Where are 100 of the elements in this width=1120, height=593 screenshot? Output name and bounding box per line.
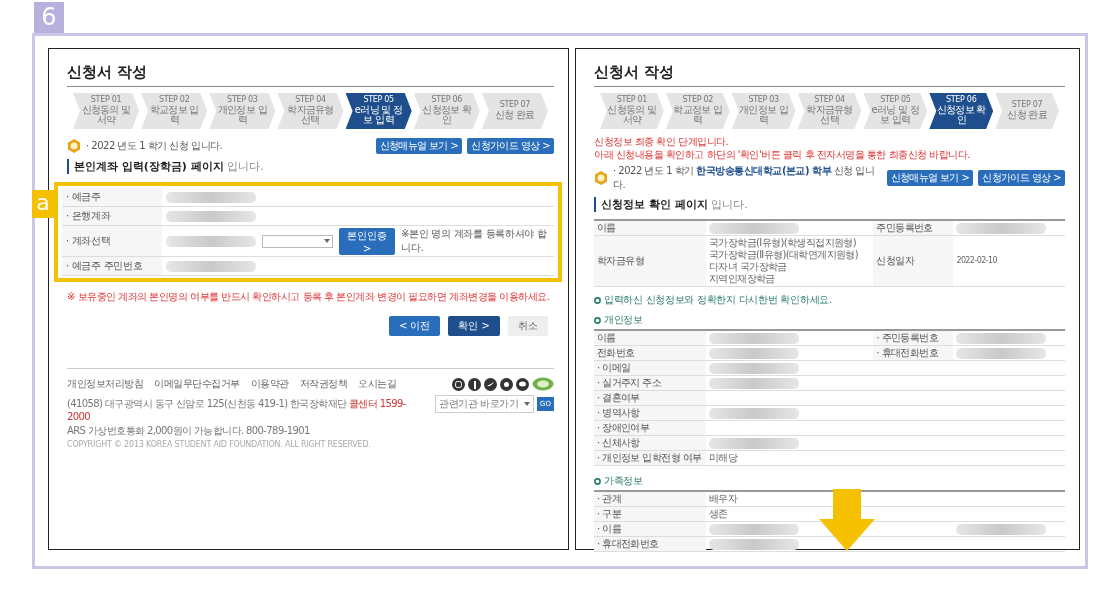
social-icon[interactable] xyxy=(468,377,481,391)
field-note: ※본인 명의 계좌를 등록하셔야 합니다. xyxy=(401,227,548,255)
row-label: · 병역사항 xyxy=(594,406,706,420)
social-icon[interactable] xyxy=(452,377,465,391)
row-value: 다자녀 국가장학금 xyxy=(709,261,788,273)
alert-text: 신청정보 최종 확인 단계입니다. xyxy=(594,135,729,148)
family-site-select[interactable]: 관련기관 바로가기 xyxy=(435,395,535,413)
page-title: 신청서 작성 xyxy=(67,63,148,82)
footer-link[interactable]: 개인정보처리방침 xyxy=(67,377,143,391)
step-number: STEP 07 xyxy=(1011,101,1043,110)
bullet-icon xyxy=(594,296,601,304)
row-label: · 장애인여부 xyxy=(594,421,706,435)
section-title: 가족정보 xyxy=(604,474,643,488)
step-number: STEP 06 xyxy=(946,96,977,105)
step-label: 신청 완료 xyxy=(495,110,535,121)
row-label: · 신체사항 xyxy=(594,436,706,450)
social-icon[interactable] xyxy=(500,377,513,391)
medal-icon xyxy=(67,139,81,153)
step-label: 신청동의 및 서약 xyxy=(80,104,132,126)
verify-button[interactable]: 본인인증 > xyxy=(339,227,396,255)
step-number: STEP 04 xyxy=(814,96,845,105)
row-label: · 개인정보 입학전형 여부 xyxy=(594,451,706,465)
footer-link[interactable]: 이메일무단수집거부 xyxy=(154,377,240,391)
address-text: ARS 가상번호통화 2,000원이 가능합니다. 800-789-1901 xyxy=(67,424,311,438)
section-title: 개인정보 xyxy=(604,313,643,327)
alert-text: 아래 신청내용을 확인하고 하단의 '확인'버튼 클릭 후 전자서명을 통한 최종신청 바랍니다. xyxy=(594,148,970,161)
social-icon[interactable] xyxy=(484,377,497,391)
row-label: · 관계 xyxy=(594,492,706,506)
caret-icon xyxy=(324,239,331,243)
field-label: · 예금주 주민번호 xyxy=(62,257,162,275)
step-number: STEP 05 xyxy=(880,96,911,105)
warning-text: ※ 보유중인 계좌의 본인명의 여부를 반드시 확인하시고 등록 후 본인계좌 변경이 필요하면 계좌변경을 이용하세요. xyxy=(67,290,550,304)
page-title: 신청서 작성 xyxy=(594,63,675,82)
step-number: STEP 01 xyxy=(616,96,648,105)
cancel-button[interactable]: 취소 xyxy=(508,316,548,336)
row-label: · 휴대전화번호 xyxy=(594,537,706,551)
bullet-icon xyxy=(594,477,601,485)
step-label: 학자금유형 선택 xyxy=(805,104,854,126)
row-value: 2022-02-10 xyxy=(956,255,998,267)
step-number: STEP 02 xyxy=(158,96,190,105)
step-label: 신청동의 및 서약 xyxy=(607,104,657,126)
row-value: 국가장학금(Ⅱ유형)(대학연계지원형) xyxy=(709,249,860,261)
step-number: STEP 06 xyxy=(431,96,462,105)
step-label: 학교정보 입력 xyxy=(148,104,200,126)
row-label: · 이메일 xyxy=(594,361,706,375)
guide-button[interactable]: 신청가이드 영상 > xyxy=(467,138,554,154)
row-value: 배우자 xyxy=(709,493,739,505)
step-badge: 6 xyxy=(34,2,64,33)
row-label: · 실거주지 주소 xyxy=(594,376,706,390)
down-arrow-icon xyxy=(819,489,875,551)
row-label: · 휴대전화번호 xyxy=(873,346,954,360)
notice-text: · 2022 년도 1 학기 한국방송통신대학교(본교) 학부 신청 입니다. xyxy=(613,164,876,192)
address-text: (41058) 대구광역시 동구 신암로 125(신천동 419-1) 한국장학재단 콜센터 1599-2000 xyxy=(67,397,407,422)
row-label: 이름 xyxy=(594,331,706,345)
select-field[interactable] xyxy=(262,234,334,248)
guide-button[interactable]: 신청매뉴얼 보기 > xyxy=(375,138,463,154)
step-label: e러닝 및 정보 입력 xyxy=(870,104,921,126)
step-number: STEP 04 xyxy=(295,96,326,105)
footer-link[interactable]: 저작권정책 xyxy=(299,377,347,391)
footer-link[interactable]: 이용약관 xyxy=(250,377,289,391)
step-number: STEP 03 xyxy=(748,96,779,105)
step-label: 개인정보 입력 xyxy=(216,104,268,126)
callout-label: a xyxy=(32,190,54,218)
guide-button[interactable]: 신청매뉴얼 보기 > xyxy=(886,170,974,186)
guide-button[interactable]: 신청가이드 영상 > xyxy=(978,170,1065,186)
social-icon[interactable] xyxy=(516,377,529,391)
emblem-icon xyxy=(532,377,554,391)
footer-link[interactable]: 오시는길 xyxy=(358,377,396,391)
field-label: · 계좌선택 xyxy=(62,226,162,256)
row-label: 신청일자 xyxy=(873,236,954,286)
row-label: · 결혼여부 xyxy=(594,391,706,405)
confirm-button[interactable]: 확인 > xyxy=(448,316,500,336)
page-heading: 신청정보 확인 페이지 입니다. xyxy=(594,197,748,212)
row-value: 지역인재장학금 xyxy=(709,273,776,285)
row-value: 생존 xyxy=(709,508,729,520)
step-label: 학교정보 입력 xyxy=(672,104,723,126)
row-value: 미해당 xyxy=(709,452,739,464)
step-number: STEP 07 xyxy=(499,101,531,110)
step-label: 신청정보 확인 xyxy=(936,104,987,126)
copyright-text: COPYRIGHT © 2013 KOREA STUDENT AID FOUNDATION. ALL RIGHT RESERVED. xyxy=(67,440,372,449)
page-heading: 본인계좌 입력(장학금) 페이지 입니다. xyxy=(67,159,264,174)
medal-icon xyxy=(594,171,608,185)
info-note: 입력하신 신청정보와 정확한지 다시한번 확인하세요. xyxy=(604,293,832,307)
back-button[interactable]: < 이전 xyxy=(388,316,441,336)
step-number: STEP 03 xyxy=(227,96,258,105)
step-number: STEP 01 xyxy=(90,96,122,105)
field-label: · 예금주 xyxy=(62,188,162,206)
bullet-icon xyxy=(594,316,601,324)
step-label: 학자금유형 선택 xyxy=(286,104,335,126)
row-label: · 구분 xyxy=(594,507,706,521)
row-label: · 주민등록번호 xyxy=(873,331,954,345)
row-label: 이름 xyxy=(594,221,706,235)
row-value: 국가장학금(Ⅰ유형)(학생직접지원형) xyxy=(709,237,858,249)
field-label: · 은행계좌 xyxy=(62,207,162,225)
row-label: · 이름 xyxy=(594,522,706,536)
step-label: e러닝 및 정보 입력 xyxy=(353,104,404,126)
step-label: 개인정보 입력 xyxy=(738,104,789,126)
caret-icon xyxy=(524,402,531,406)
row-label: 전화번호 xyxy=(594,346,706,360)
step-label: 신청 완료 xyxy=(1007,110,1047,121)
